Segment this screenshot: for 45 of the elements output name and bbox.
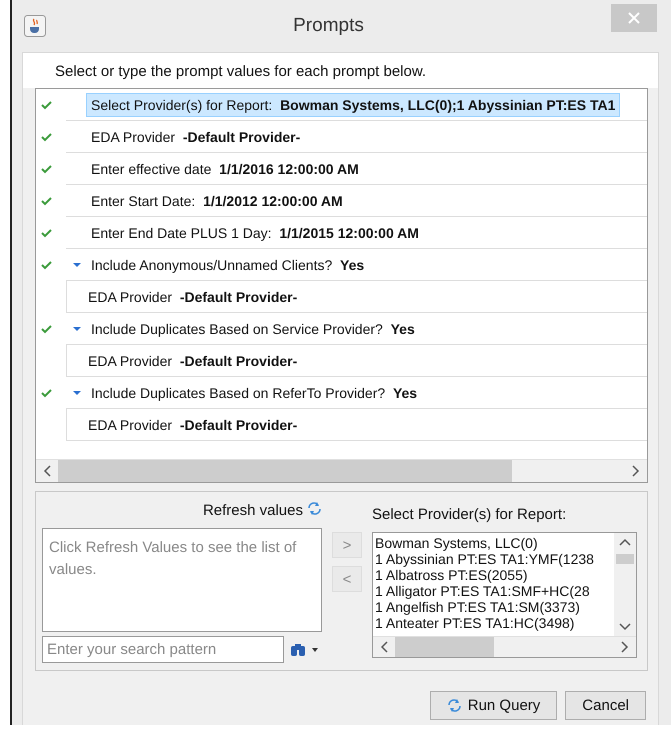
expand-arrow-icon[interactable] <box>73 324 81 332</box>
scroll-up-icon[interactable] <box>619 538 631 546</box>
list-item[interactable]: 1 Angelfish PT:ES TA1:SM(3373) <box>375 599 614 615</box>
list-item[interactable]: 1 Abyssinian PT:ES TA1:YMF(1238 <box>375 551 614 567</box>
hint-text: Click Refresh Values to see the list of values. <box>49 539 296 578</box>
list-title: Select Provider(s) for Report: <box>372 506 568 525</box>
horizontal-scrollbar[interactable] <box>373 636 636 657</box>
expand-arrow-icon[interactable] <box>73 260 81 268</box>
run-query-button[interactable]: Run Query <box>430 691 558 720</box>
find-button[interactable] <box>290 642 318 656</box>
list-item[interactable]: 1 Albatross PT:ES(2055) <box>375 567 614 583</box>
close-icon <box>628 12 640 24</box>
search-field[interactable]: Enter your search pattern <box>42 636 284 663</box>
prompt-item[interactable]: Select Provider(s) for Report: Bowman Systems, LLC(0);1 Abyssinian PT:ES TA1 <box>86 92 620 116</box>
prompt-item[interactable]: Enter Start Date: 1/1/2012 12:00:00 AM <box>86 188 348 212</box>
scroll-left-icon[interactable] <box>43 465 51 477</box>
dropdown-caret-icon <box>312 648 318 652</box>
prompt-item[interactable]: EDA Provider -Default Provider- <box>83 348 302 372</box>
vertical-scrollbar[interactable] <box>614 533 636 636</box>
prompt-item[interactable]: Include Duplicates Based on Service Provider? Yes <box>86 316 420 340</box>
scroll-down-icon[interactable] <box>619 623 631 631</box>
prompt-item[interactable]: Enter effective date 1/1/2016 12:00:00 AM <box>86 156 364 180</box>
expand-arrow-icon[interactable] <box>73 388 81 396</box>
window-title: Prompts <box>292 15 365 37</box>
list-item[interactable]: 1 Anteater PT:ES TA1:HC(3498) <box>375 615 614 631</box>
instruction-text: Select or type the prompt values for each prompt below. <box>23 53 658 88</box>
scroll-right-icon[interactable] <box>621 641 629 653</box>
list-item[interactable]: Bowman Systems, LLC(0) <box>375 535 614 551</box>
prompt-item[interactable]: Enter End Date PLUS 1 Day: 1/1/2015 12:00:00 AM <box>86 220 424 244</box>
scroll-right-icon[interactable] <box>632 465 640 477</box>
refresh-values-link[interactable]: Refresh values <box>202 502 322 528</box>
scroll-thumb[interactable] <box>616 554 634 564</box>
coffee-cup-icon <box>24 15 46 37</box>
cancel-button[interactable]: Cancel <box>565 691 646 720</box>
prompt-item[interactable]: EDA Provider -Default Provider- <box>83 284 302 308</box>
prompt-item[interactable]: Include Duplicates Based on ReferTo Provider? Yes <box>86 380 422 404</box>
refresh-icon <box>307 502 322 515</box>
prompt-item[interactable]: EDA Provider -Default Provider- <box>86 124 306 148</box>
prompt-item[interactable]: Include Anonymous/Unnamed Clients? Yes <box>86 252 370 276</box>
horizontal-scrollbar[interactable] <box>36 459 647 482</box>
refresh-icon <box>446 699 462 712</box>
prompt-item[interactable]: EDA Provider -Default Provider- <box>83 412 302 436</box>
scroll-left-icon[interactable] <box>380 641 388 653</box>
list-item[interactable]: 1 Alligator PT:ES TA1:SMF+HC(28 <box>375 583 614 599</box>
available-values-list[interactable]: Click Refresh Values to see the list of values. <box>42 528 322 632</box>
